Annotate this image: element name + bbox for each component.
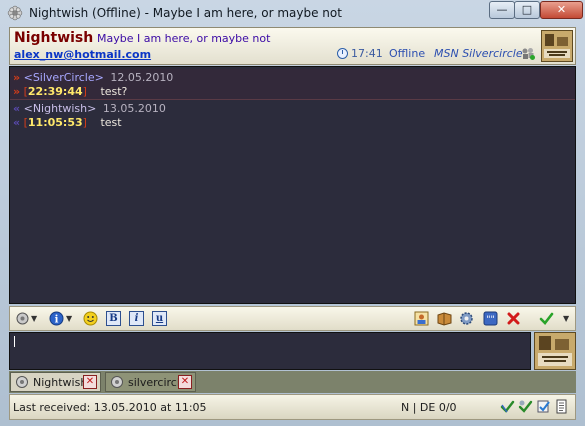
message-time: 22:39:44 [27, 85, 83, 98]
incoming-arrow-icon: » [13, 85, 21, 98]
protocol-menu-icon[interactable] [15, 311, 30, 326]
minimize-button[interactable]: — [489, 1, 515, 19]
maximize-icon: □ [521, 3, 533, 16]
tab-bar: Nightwish ✕ silvercircle ✕ [9, 371, 576, 393]
own-avatar[interactable] [534, 332, 576, 370]
online-status: Offline [389, 47, 426, 60]
tab-close-icon[interactable]: ✕ [178, 375, 192, 389]
message-log[interactable]: » <SilverCircle> 12.05.2010 » [22:39:44]… [9, 66, 576, 304]
outgoing-arrow-icon: « [13, 116, 21, 129]
compose-toolbar: ▼ i ▼ B i u "" ▼ [9, 306, 576, 331]
local-time: 17:41 [351, 47, 383, 60]
quote-icon[interactable]: "" [483, 311, 498, 326]
secure-check-icon[interactable] [500, 399, 515, 414]
close-chat-icon[interactable] [506, 311, 521, 326]
contact-nick: Nightwish [14, 30, 94, 46]
outgoing-arrow-icon: « [13, 102, 21, 115]
smiley-icon[interactable] [83, 311, 98, 326]
message-text: test? [100, 85, 128, 98]
title-bar[interactable]: Nightwish (Offline) - Maybe I am here, o… [0, 0, 585, 26]
typing-notify-icon[interactable] [518, 399, 533, 414]
settings-gear-icon[interactable] [459, 311, 474, 326]
message-outgoing: « <Nightwish> 13.05.2010 « [11:05:53] te… [13, 102, 166, 129]
contact-details-icon[interactable] [414, 311, 429, 326]
contact-header: Nightwish Maybe I am here, or maybe not … [9, 27, 576, 65]
message-text: test [100, 116, 122, 129]
text-caret [14, 336, 15, 347]
clock-icon [337, 48, 348, 59]
protocol-account: MSN Silvercircle [434, 47, 523, 60]
contact-email-link[interactable]: alex_nw@hotmail.com [14, 48, 151, 61]
italic-button[interactable]: i [129, 311, 144, 326]
minimize-icon: — [496, 3, 508, 16]
incoming-arrow-icon: » [13, 71, 21, 84]
history-book-icon[interactable] [437, 311, 452, 326]
message-date: 12.05.2010 [110, 71, 174, 84]
info-icon[interactable]: i [49, 311, 64, 326]
last-received-text: Last received: 13.05.2010 at 11:05 [13, 401, 207, 414]
message-nick: <SilverCircle> [23, 71, 104, 84]
message-date: 13.05.2010 [102, 102, 166, 115]
log-check-icon[interactable] [536, 399, 551, 414]
tab-close-icon[interactable]: ✕ [83, 375, 97, 389]
send-check-icon[interactable] [539, 311, 554, 326]
close-button[interactable]: ✕ [540, 1, 583, 19]
chat-window: Nightwish (Offline) - Maybe I am here, o… [0, 0, 585, 426]
message-incoming: » <SilverCircle> 12.05.2010 » [22:39:44]… [10, 69, 575, 100]
svg-text:"": "" [486, 315, 494, 325]
app-flower-icon [111, 376, 123, 388]
app-flower-icon [16, 376, 28, 388]
window-title: Nightwish (Offline) - Maybe I am here, o… [29, 6, 342, 20]
chevron-down-icon[interactable]: ▼ [31, 311, 39, 326]
tab-nightwish[interactable]: Nightwish ✕ [10, 372, 101, 392]
message-input[interactable] [9, 332, 531, 370]
chevron-down-icon[interactable]: ▼ [66, 311, 74, 326]
tab-label: Nightwish [33, 376, 88, 389]
message-nick: <Nightwish> [23, 102, 97, 115]
app-flower-icon [7, 5, 23, 21]
avatar-image [535, 333, 575, 369]
chevron-down-icon[interactable]: ▼ [563, 311, 571, 326]
close-icon: ✕ [556, 3, 567, 16]
status-message: Maybe I am here, or maybe not [97, 32, 271, 45]
message-time: 11:05:53 [27, 116, 83, 129]
tab-silvercircle[interactable]: silvercircle ✕ [105, 372, 196, 392]
notes-icon[interactable] [554, 399, 569, 414]
status-bar: Last received: 13.05.2010 at 11:05 N | D… [9, 394, 576, 420]
underline-button[interactable]: u [152, 311, 167, 326]
msn-protocol-icon[interactable] [521, 46, 535, 60]
encoding-info: N | DE 0/0 [401, 401, 457, 414]
maximize-button[interactable]: □ [514, 1, 540, 19]
contact-avatar[interactable] [541, 30, 573, 62]
svg-text:i: i [55, 315, 59, 326]
avatar-image [542, 31, 572, 61]
bold-button[interactable]: B [106, 311, 121, 326]
